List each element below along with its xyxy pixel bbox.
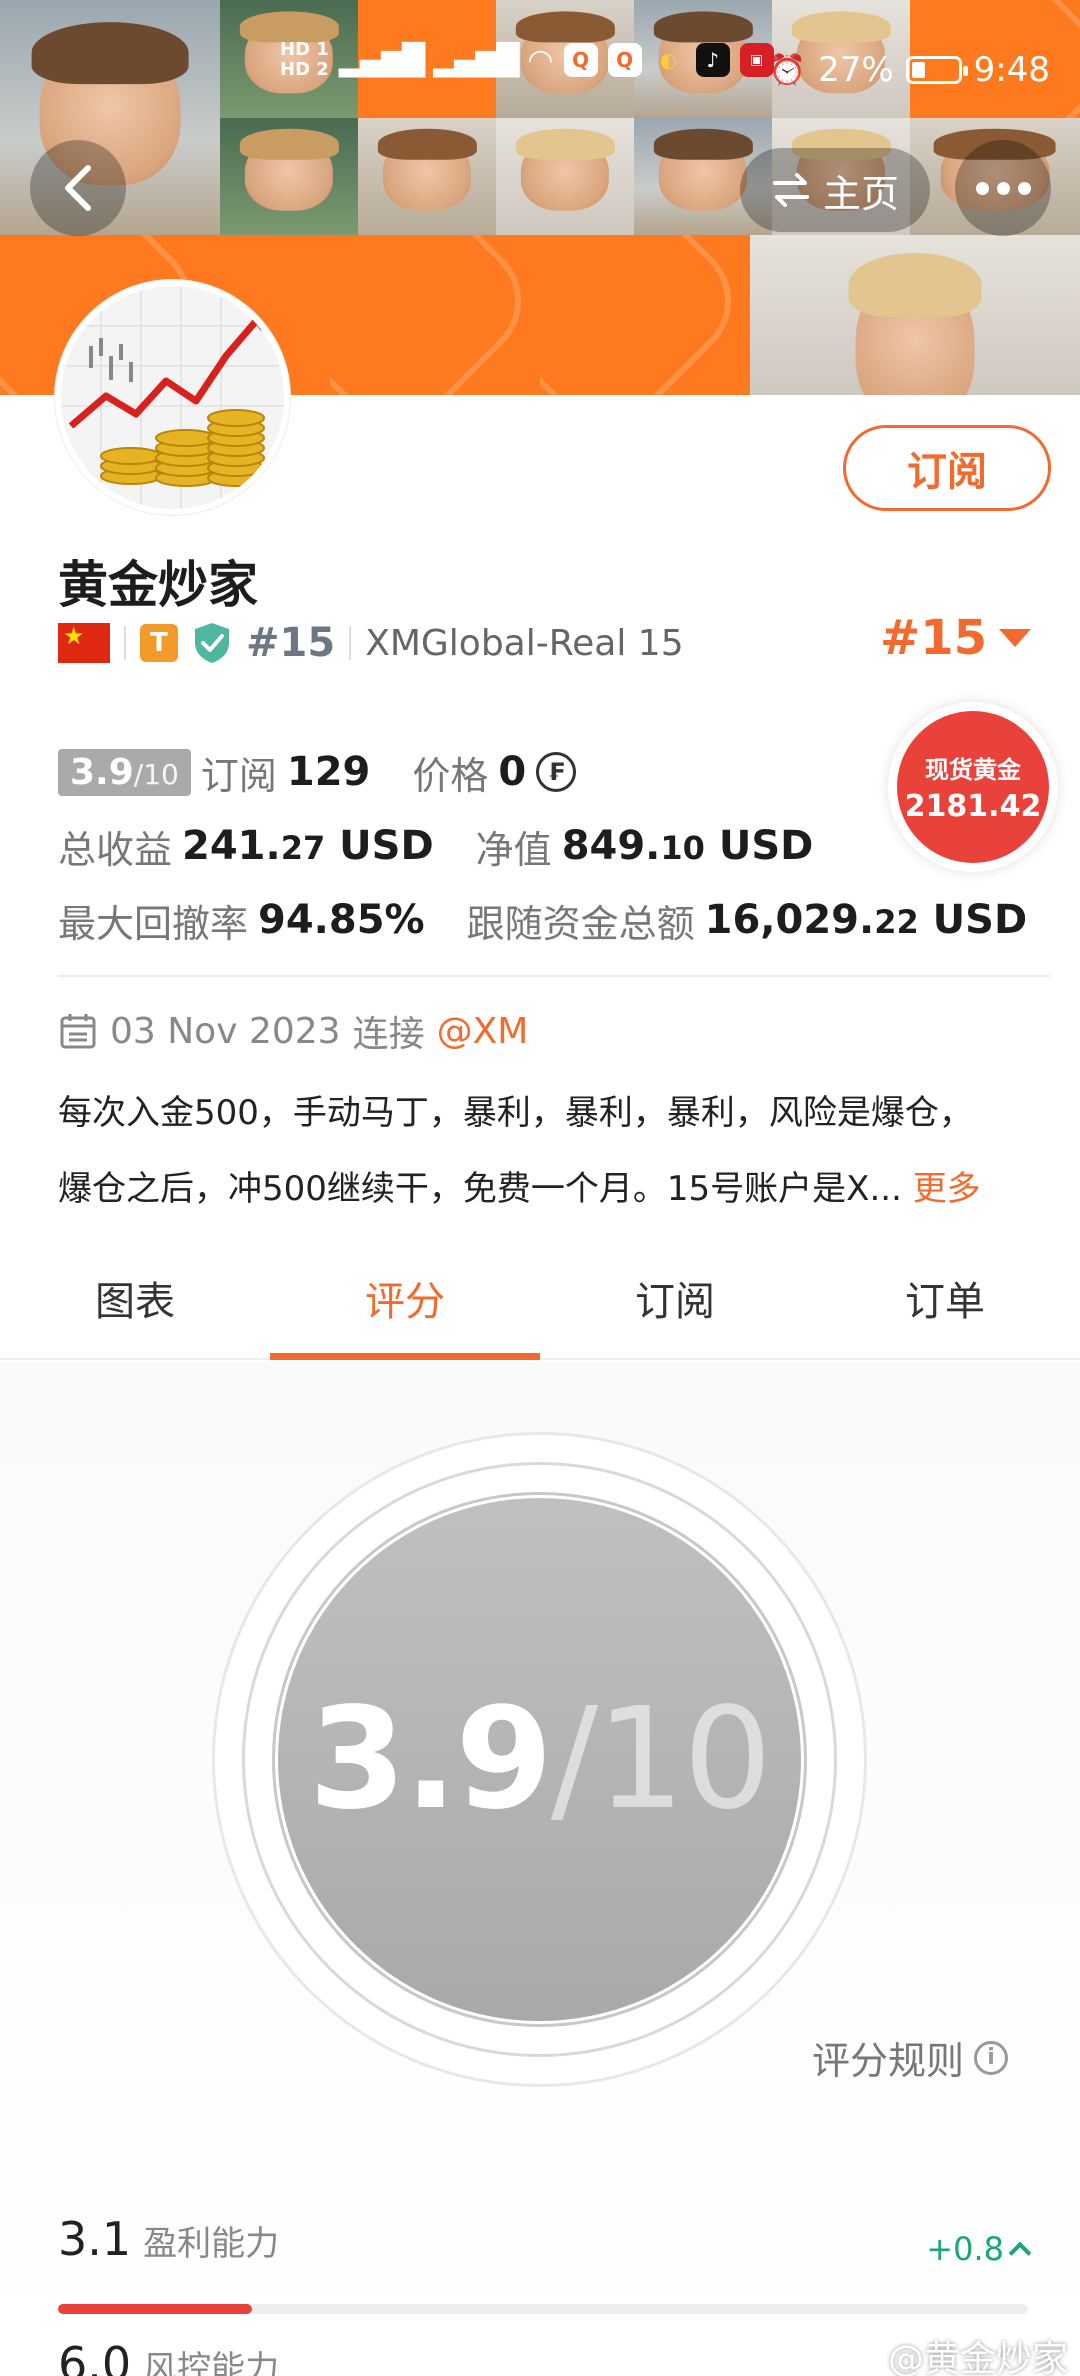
subscribe-count: 129 bbox=[286, 749, 371, 795]
score-badge: 3.9/10 bbox=[58, 748, 191, 796]
rating-rules-label: 评分规则 bbox=[812, 2039, 965, 2083]
description-line: 每次入金500，手动马丁，暴利，暴利，暴利，风险是爆仓， bbox=[58, 1093, 973, 1133]
tab-rating[interactable]: 评分 bbox=[270, 1262, 540, 1360]
drawdown-value: 94.85% bbox=[258, 897, 425, 943]
home-button-label: 主页 bbox=[822, 171, 899, 216]
overall-score: 3.9/10 bbox=[308, 1678, 772, 1841]
hd1-indicator: HD 1 bbox=[280, 39, 329, 60]
connection-info: 03 Nov 2023 连接 @XM bbox=[58, 1005, 528, 1057]
app-notification-icon: ◐ bbox=[659, 48, 678, 72]
metric-profitability: 3.1 盈利能力 +0.8 bbox=[58, 2212, 1032, 2314]
profile-tags: T #15 XMGlobal-Real 15 bbox=[58, 620, 684, 666]
more-options-button[interactable] bbox=[955, 140, 1051, 236]
subscribe-button[interactable]: 订阅 bbox=[843, 425, 1051, 511]
connection-label: 连接 bbox=[352, 1014, 425, 1055]
stats-block: 3.9/10 订阅 129 价格 0 ₣ 总收益 241.27 USD 净值 8… bbox=[58, 735, 1027, 957]
subscribe-count-label: 订阅 bbox=[200, 753, 277, 798]
gold-chart-logo bbox=[61, 286, 284, 509]
battery-percent: 27% bbox=[818, 50, 894, 90]
profile-name: 黄金炒家 bbox=[58, 556, 258, 614]
score-badge-value: 3.9 bbox=[70, 751, 134, 793]
section-divider bbox=[58, 975, 1050, 977]
avatar[interactable] bbox=[55, 280, 290, 515]
rating-panel: 3.9/10 评分规则 i 3.1 盈利能力 +0.8 6.0 风控能力 bbox=[0, 1362, 1080, 2376]
status-bar: HD 1 HD 2 ▂▄▆█ ▂▄▆█ ◠ Q Q ◐ ♪ ▣ ⏰ 27% 9:… bbox=[0, 0, 1080, 150]
drawdown-label: 最大回撤率 bbox=[58, 901, 249, 946]
stats-row-3: 最大回撤率 94.85% 跟随资金总额 16,029.22 USD bbox=[58, 883, 1027, 957]
follow-funds-value: 16,029.22 USD bbox=[704, 897, 1028, 943]
metric-bar-fill bbox=[58, 2304, 252, 2314]
metric-value: 6.0 bbox=[58, 2337, 132, 2376]
profit-label: 总收益 bbox=[58, 827, 173, 872]
status-left: HD 1 HD 2 ▂▄▆█ ▂▄▆█ ◠ Q Q ◐ ♪ ▣ bbox=[280, 40, 774, 80]
tab-chart[interactable]: 图表 bbox=[0, 1262, 270, 1358]
banner-tile bbox=[330, 235, 540, 395]
verified-shield-icon bbox=[195, 623, 229, 663]
equity-label: 净值 bbox=[475, 827, 552, 872]
broker-link[interactable]: @XM bbox=[437, 1011, 529, 1052]
score-disc: 3.9/10 bbox=[278, 1498, 801, 2021]
calendar-icon bbox=[60, 1014, 96, 1049]
stats-row-1: 3.9/10 订阅 129 价格 0 ₣ bbox=[58, 735, 1027, 809]
signal-icon: ▂▄▆█ bbox=[338, 42, 425, 78]
more-link[interactable]: 更多 bbox=[913, 1169, 981, 1209]
price-value: 0 bbox=[498, 749, 527, 795]
rank-label: #15 bbox=[246, 620, 336, 666]
tier-badge: T bbox=[140, 624, 178, 662]
metric-risk-control: 6.0 风控能力 bbox=[58, 2337, 279, 2376]
china-flag-icon bbox=[58, 622, 110, 663]
dot-icon bbox=[996, 181, 1010, 195]
chevron-left-icon bbox=[65, 165, 91, 211]
switch-arrows-icon bbox=[772, 173, 809, 207]
back-button[interactable] bbox=[30, 140, 126, 236]
app-notification-icon: Q bbox=[563, 43, 598, 77]
connection-date: 03 Nov 2023 bbox=[110, 1010, 341, 1052]
price-label: 价格 bbox=[412, 753, 489, 798]
follow-funds-label: 跟随资金总额 bbox=[466, 901, 695, 946]
banner-photo bbox=[750, 235, 1080, 395]
divider bbox=[349, 626, 352, 660]
watermark: @黄金炒家 bbox=[887, 2339, 1068, 2376]
dot-icon bbox=[975, 181, 989, 195]
score-badge-denom: /10 bbox=[133, 757, 179, 791]
metric-value: 3.1 bbox=[58, 2212, 132, 2266]
signal-icon: ▂▄▆█ bbox=[433, 42, 519, 78]
metric-delta: +0.8 bbox=[926, 2230, 1032, 2268]
caret-up-icon bbox=[1008, 2241, 1032, 2265]
description-line: 爆仓之后，冲500继续干，免费一个月。15号账户是X... 更多 bbox=[58, 1169, 981, 1209]
tab-bar: 图表 评分 订阅 订单 bbox=[0, 1262, 1080, 1360]
status-right: ⏰ 27% 9:48 bbox=[769, 50, 1050, 90]
tiktok-icon: ♪ bbox=[695, 43, 730, 77]
dot-icon bbox=[1017, 181, 1031, 195]
profile-description: 每次入金500，手动马丁，暴利，暴利，暴利，风险是爆仓， 爆仓之后，冲500继续… bbox=[58, 1075, 1048, 1227]
banner-tile bbox=[540, 235, 750, 395]
rank-dropdown[interactable]: #15 bbox=[880, 610, 1032, 666]
coin-icon: ₣ bbox=[536, 752, 577, 792]
hd2-indicator: HD 2 bbox=[280, 59, 329, 80]
rank-dropdown-label: #15 bbox=[880, 610, 988, 666]
metric-bar-track bbox=[58, 2304, 1028, 2314]
rating-rules-link[interactable]: 评分规则 i bbox=[812, 2030, 1009, 2085]
profit-value: 241.27 USD bbox=[182, 823, 434, 869]
clock: 9:48 bbox=[973, 50, 1050, 90]
divider bbox=[124, 626, 126, 660]
alarm-icon: ⏰ bbox=[768, 52, 807, 88]
account-name: XMGlobal-Real 15 bbox=[365, 622, 684, 664]
stats-row-2: 总收益 241.27 USD 净值 849.10 USD bbox=[58, 809, 1027, 883]
tab-subscriptions[interactable]: 订阅 bbox=[540, 1262, 810, 1358]
info-icon: i bbox=[974, 2040, 1009, 2075]
equity-value: 849.10 USD bbox=[561, 823, 814, 869]
app-notification-icon: Q bbox=[607, 43, 642, 77]
battery-icon bbox=[905, 56, 968, 84]
caret-down-icon bbox=[999, 629, 1032, 647]
home-button[interactable]: 主页 bbox=[740, 148, 930, 232]
metric-name: 风控能力 bbox=[143, 2349, 280, 2376]
tab-orders[interactable]: 订单 bbox=[810, 1262, 1080, 1358]
wifi-icon: ◠ bbox=[527, 42, 554, 78]
metric-name: 盈利能力 bbox=[143, 2224, 280, 2264]
hd-indicators: HD 1 HD 2 bbox=[280, 40, 329, 80]
